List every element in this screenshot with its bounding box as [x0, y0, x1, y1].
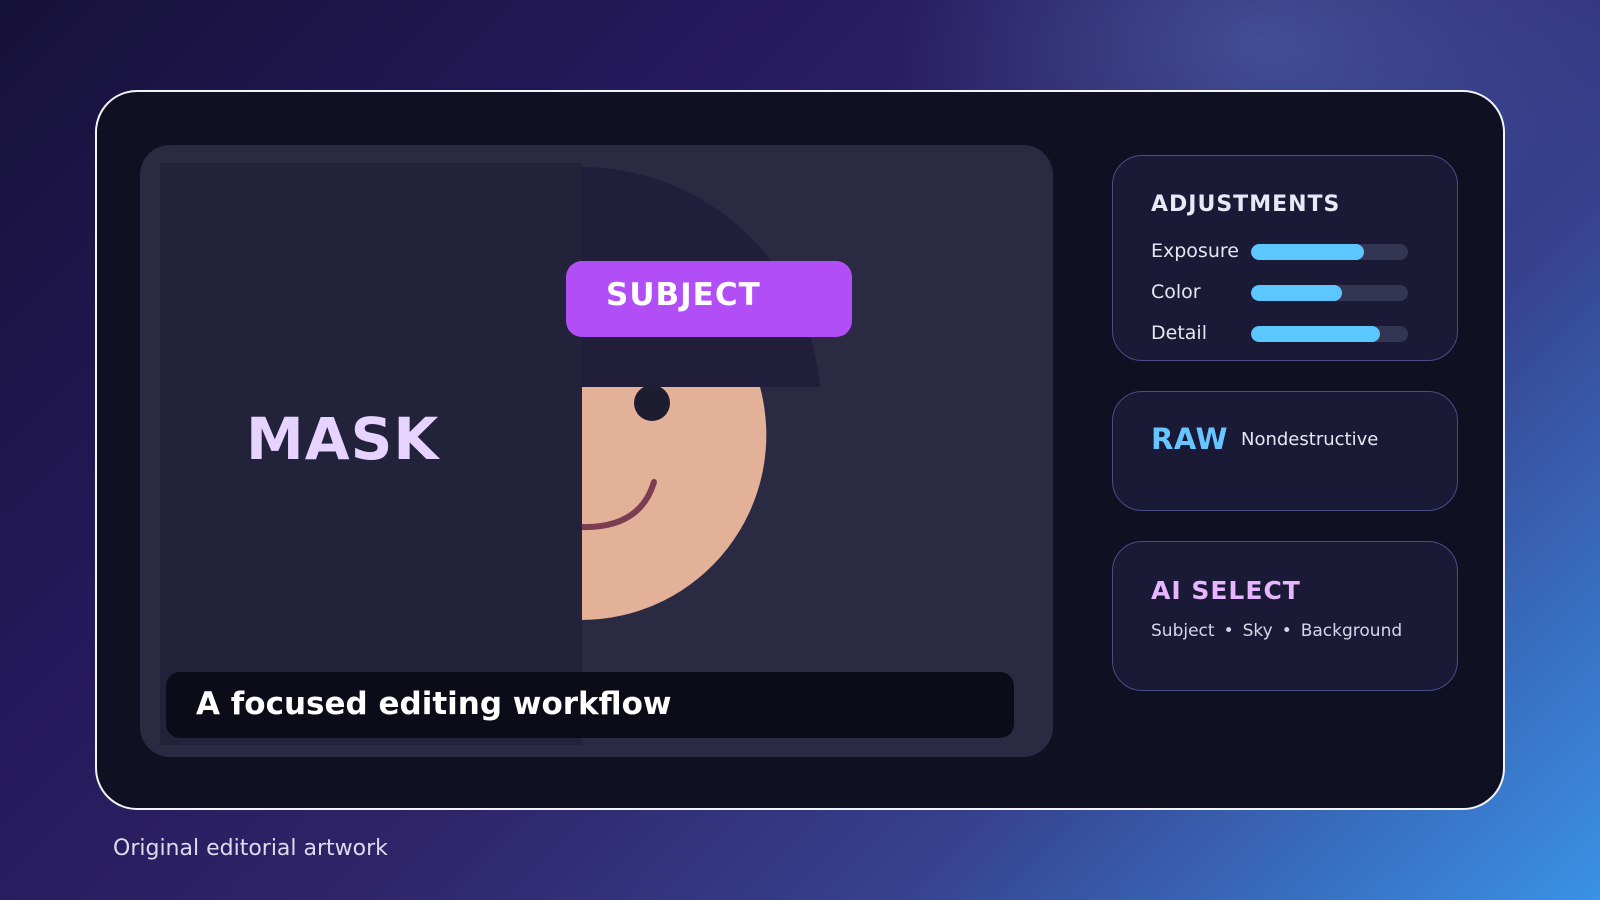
- slider-fill: [1251, 326, 1380, 342]
- eye-shape: [634, 385, 670, 421]
- slider-track[interactable]: [1251, 285, 1408, 301]
- face-shape: [580, 387, 767, 621]
- slider-exposure[interactable]: Exposure: [1151, 240, 1451, 262]
- slider-label: Detail: [1151, 322, 1207, 344]
- adjustments-panel: ADJUSTMENTS Exposure Color Detail: [1112, 155, 1458, 361]
- raw-subtitle: Nondestructive: [1241, 429, 1379, 450]
- subject-tag[interactable]: SUBJECT: [566, 261, 852, 337]
- option-subject[interactable]: Subject: [1151, 621, 1215, 641]
- slider-track[interactable]: [1251, 326, 1408, 342]
- raw-title: RAW: [1151, 422, 1228, 456]
- raw-panel[interactable]: RAW Nondestructive: [1112, 391, 1458, 511]
- slider-fill: [1251, 244, 1365, 260]
- separator-dot: •: [1223, 621, 1234, 641]
- caption-bar: A focused editing workflow: [166, 672, 1014, 738]
- slider-label: Exposure: [1151, 240, 1239, 262]
- slider-detail[interactable]: Detail: [1151, 322, 1451, 344]
- slider-color[interactable]: Color: [1151, 281, 1451, 303]
- image-preview[interactable]: MASK SUBJECT A focused editing workflow: [140, 145, 1053, 757]
- option-sky[interactable]: Sky: [1243, 621, 1273, 641]
- slider-label: Color: [1151, 281, 1201, 303]
- footer-credit: Original editorial artwork: [113, 836, 388, 861]
- ai-select-panel: AI SELECT Subject • Sky • Background: [1112, 541, 1458, 691]
- mask-label: MASK: [246, 405, 440, 473]
- ai-select-title: AI SELECT: [1151, 576, 1301, 605]
- slider-fill: [1251, 285, 1343, 301]
- option-background[interactable]: Background: [1301, 621, 1402, 641]
- slider-track[interactable]: [1251, 244, 1408, 260]
- ai-select-options: Subject • Sky • Background: [1151, 621, 1402, 641]
- separator-dot: •: [1281, 621, 1292, 641]
- adjustments-title: ADJUSTMENTS: [1151, 192, 1341, 217]
- caption-text: A focused editing workflow: [196, 686, 672, 722]
